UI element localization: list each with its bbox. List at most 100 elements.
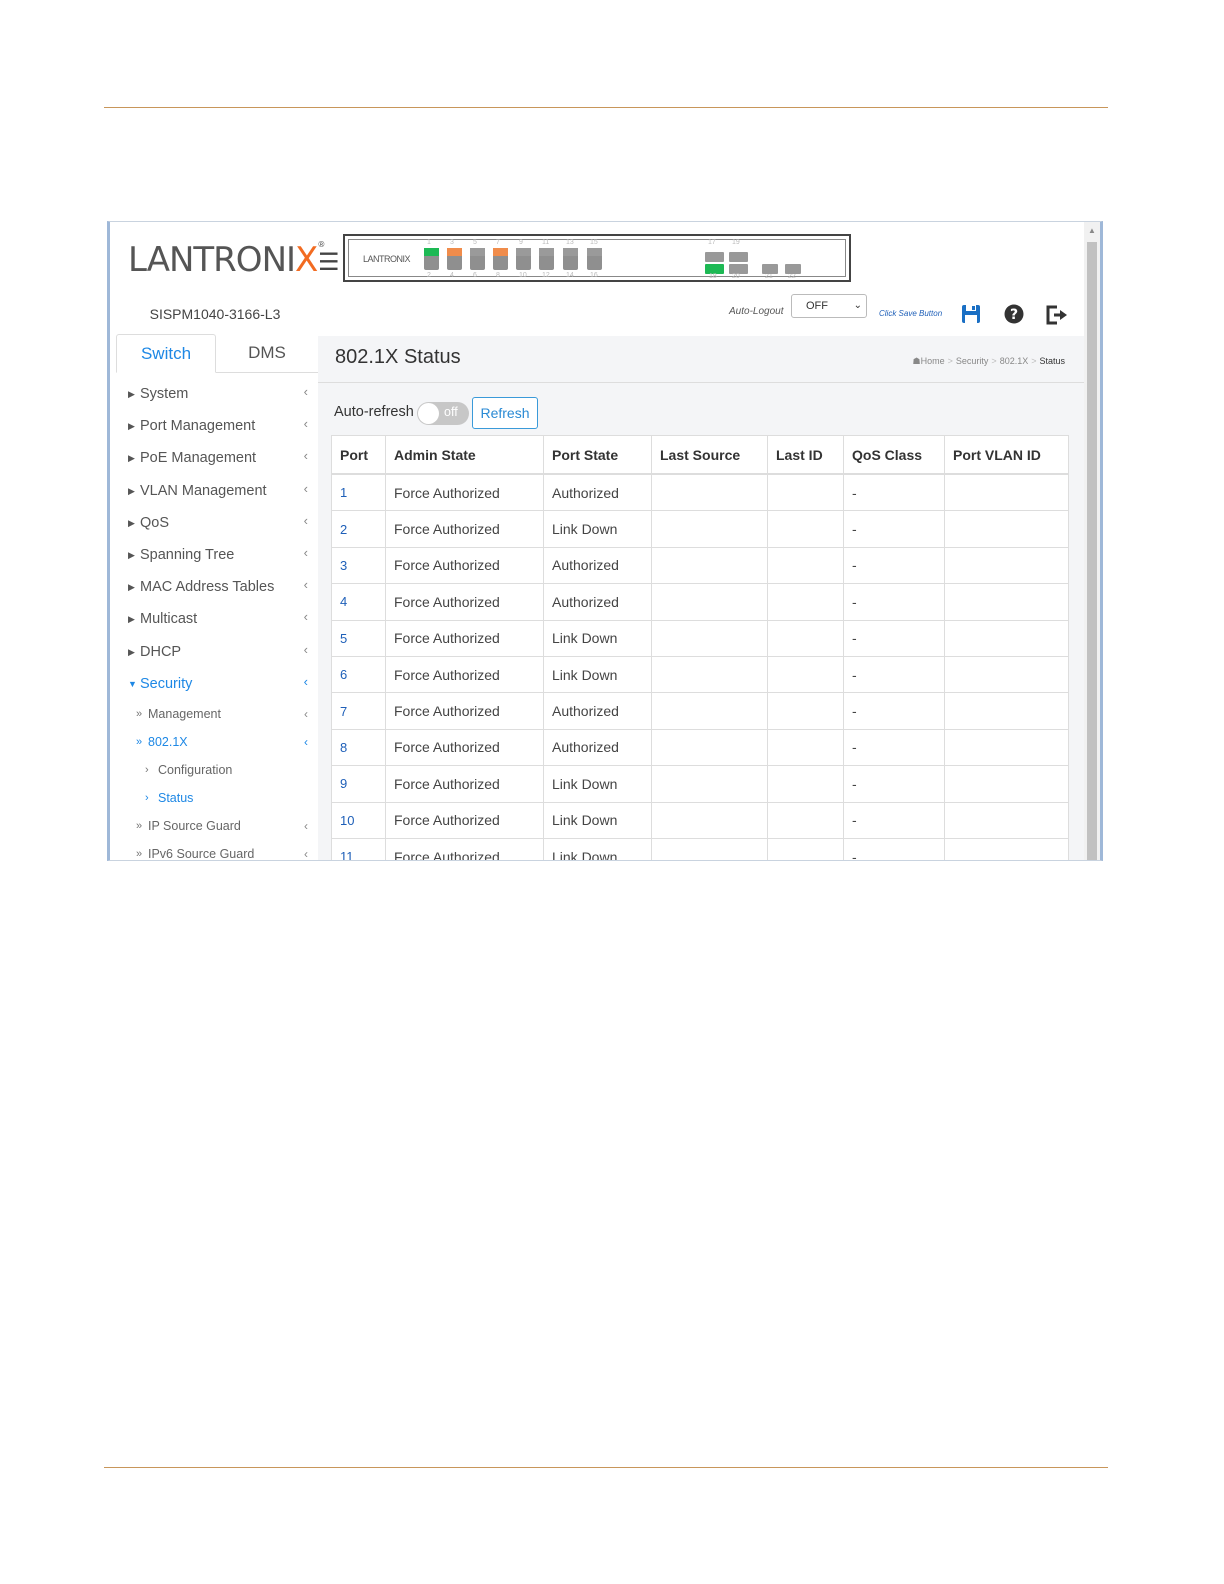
tab-dms[interactable]: DMS [216, 334, 318, 371]
breadcrumb-802-1x[interactable]: 802.1X [1000, 356, 1029, 366]
auto-refresh-toggle[interactable]: off [417, 402, 469, 425]
chevron-left-icon: ‹ [303, 384, 308, 399]
port-number-bottom: 10 [519, 272, 527, 279]
sidebar-subitem-ipv6-source-guard[interactable]: » IPv6 Source Guard ‹ [112, 840, 318, 861]
column-header-admin-state: Admin State [385, 435, 544, 475]
sidebar-item-mac-address-tables[interactable]: ▶ MAC Address Tables ‹ [112, 571, 318, 603]
click-save-button-link[interactable]: Click Save Button [879, 309, 942, 318]
page-header: 802.1X Status ☗Home > Security >802.1X > Stat… [318, 336, 1086, 383]
chevron-left-icon: ‹ [304, 706, 308, 721]
breadcrumb-home[interactable]: Home [921, 356, 945, 366]
table-header-row: Port Admin State Port State Last Source … [331, 435, 1069, 475]
cell-port[interactable]: 9 [331, 765, 386, 803]
sidebar-item-qos[interactable]: ▶ QoS ‹ [112, 507, 318, 539]
rj45-port[interactable] [587, 248, 602, 270]
cell-last-source [651, 765, 768, 803]
sidebar-item-dhcp[interactable]: ▶ DHCP ‹ [112, 636, 318, 668]
cell-admin-state: Force Authorized [385, 837, 544, 860]
page-title: 802.1X Status [335, 346, 461, 368]
cell-port-vlan-id [944, 765, 1069, 803]
rj45-port[interactable] [470, 248, 485, 270]
port-number-bottom: 12 [542, 272, 550, 279]
cell-port[interactable]: 5 [331, 619, 386, 657]
page-top-rule [104, 107, 1108, 108]
cell-port[interactable]: 4 [331, 583, 386, 621]
port-number-top: 15 [590, 239, 598, 246]
sidebar-item-label: Security [140, 675, 193, 692]
chevron-left-icon: ‹ [303, 480, 308, 496]
cell-port[interactable]: 3 [331, 546, 386, 585]
cell-admin-state: Force Authorized [385, 510, 544, 548]
port-status-led [424, 248, 439, 256]
sfp-port[interactable] [729, 252, 748, 262]
cell-port[interactable]: 1 [331, 473, 386, 512]
hamburger-menu-icon[interactable]: ☰ [318, 248, 340, 277]
cell-last-id [767, 728, 844, 767]
cell-port-state: Authorized [543, 473, 652, 512]
tab-switch[interactable]: Switch [116, 334, 216, 373]
chevron-left-icon: ‹ [303, 448, 308, 464]
sfp-port[interactable] [785, 264, 801, 274]
cell-last-id [767, 619, 844, 657]
sidebar-item-port-management[interactable]: ▶ Port Management ‹ [112, 410, 318, 442]
sidebar-item-poe-management[interactable]: ▶ PoE Management ‹ [112, 442, 318, 474]
sidebar-subitem-ip-source-guard[interactable]: » IP Source Guard ‹ [112, 812, 318, 840]
sidebar-item-security[interactable]: ▼ Security ‹ [112, 668, 318, 700]
sidebar-subitem-management[interactable]: » Management ‹ [112, 700, 318, 728]
logo-text: LANTRONI [128, 240, 296, 280]
help-icon[interactable]: ? [1004, 304, 1024, 324]
scroll-up-arrow-icon[interactable]: ▲ [1088, 226, 1096, 235]
breadcrumb-security[interactable]: Security [956, 356, 989, 366]
cell-last-id [767, 546, 844, 585]
refresh-button[interactable]: Refresh [472, 397, 538, 429]
sfp-port[interactable] [762, 264, 778, 274]
cell-admin-state: Force Authorized [385, 583, 544, 621]
rj45-port[interactable] [539, 248, 554, 270]
rj45-port[interactable] [493, 248, 508, 270]
toggle-knob [418, 403, 439, 424]
vertical-scrollbar[interactable]: ▲ [1084, 222, 1100, 860]
sidebar-item-label: Port Management [140, 418, 256, 435]
sidebar: LANTRONIX® SISPM1040-3166-L3 Switch DMS … [112, 222, 325, 861]
rj45-port[interactable] [424, 248, 439, 270]
save-icon[interactable] [961, 304, 981, 324]
table-row: 2 Force Authorized Link Down - [331, 510, 1069, 548]
cell-port[interactable]: 7 [331, 692, 386, 730]
cell-port[interactable]: 10 [331, 801, 386, 839]
port-number-bottom: 6 [473, 272, 477, 279]
port-status-led [587, 248, 602, 256]
cell-last-source [651, 473, 768, 512]
auto-logout-select[interactable]: OFF ⌄ [791, 294, 867, 318]
lantronix-logo: LANTRONIX® [128, 240, 325, 280]
chevron-left-icon: ‹ [304, 846, 308, 861]
sfp-port[interactable] [705, 252, 724, 262]
sidebar-subitem-802-1x[interactable]: » 802.1X ‹ [112, 728, 318, 756]
sidebar-subitem-label: Status [158, 790, 194, 805]
cell-port[interactable]: 2 [331, 510, 386, 548]
sidebar-item-spanning-tree[interactable]: ▶ Spanning Tree ‹ [112, 539, 318, 571]
sidebar-item-label: System [140, 386, 189, 402]
rj45-port[interactable] [563, 248, 578, 270]
rj45-port[interactable] [447, 248, 462, 270]
breadcrumb: ☗Home > Security >802.1X > Status [913, 356, 1065, 367]
screenshot-frame: LANTRONIX® SISPM1040-3166-L3 Switch DMS … [107, 221, 1103, 861]
cell-qos-class: - [843, 837, 945, 860]
cell-port-state: Link Down [543, 619, 652, 657]
table-row: 5 Force Authorized Link Down - [331, 619, 1069, 657]
caret-right-icon: ▶ [128, 517, 135, 528]
logout-icon[interactable] [1045, 305, 1069, 325]
cell-admin-state: Force Authorized [385, 692, 544, 730]
cell-port-vlan-id [944, 583, 1069, 621]
caret-right-icon: ▶ [128, 549, 135, 560]
sidebar-item-system[interactable]: ▶ System ‹ [112, 378, 318, 410]
sidebar-subitem-configuration[interactable]: › Configuration [112, 756, 318, 784]
cell-port[interactable]: 6 [331, 655, 386, 694]
sidebar-subitem-status[interactable]: › Status [112, 784, 318, 812]
logo-x: X [295, 240, 318, 280]
sidebar-item-multicast[interactable]: ▶ Multicast ‹ [112, 603, 318, 635]
sidebar-item-vlan-management[interactable]: ▶ VLAN Management ‹ [112, 475, 318, 507]
cell-port[interactable]: 8 [331, 728, 386, 767]
rj45-port[interactable] [516, 248, 531, 270]
scrollbar-thumb[interactable] [1087, 242, 1097, 860]
cell-port[interactable]: 11 [331, 837, 386, 860]
